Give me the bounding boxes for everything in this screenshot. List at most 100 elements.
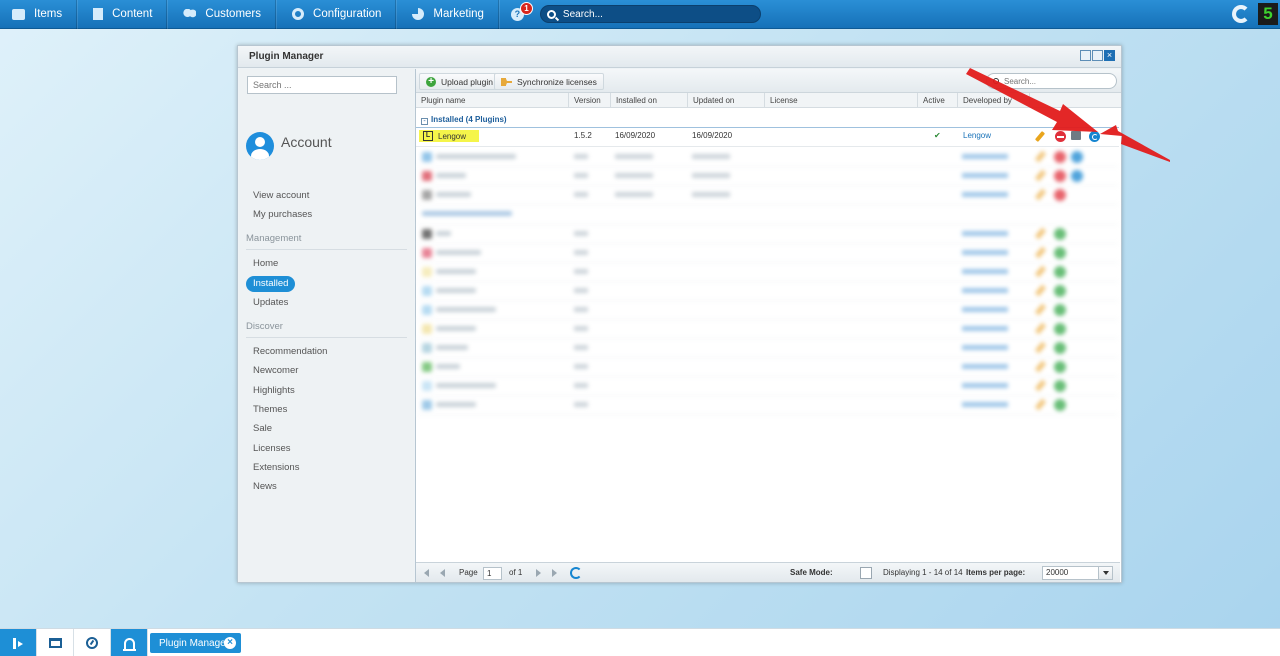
plugin-installed-on: 16/09/2020 <box>615 131 656 140</box>
sidebar-item-home[interactable]: Home <box>253 258 278 269</box>
table-row <box>416 339 1119 358</box>
col-active[interactable]: Active <box>918 93 958 108</box>
col-installed-on[interactable]: Installed on <box>611 93 688 108</box>
sidebar-item-licenses[interactable]: Licenses <box>253 443 291 454</box>
key-icon <box>501 77 512 86</box>
refresh-logo-icon[interactable] <box>1232 5 1250 23</box>
first-page-icon[interactable] <box>424 569 429 577</box>
plugin-version: 1.5.2 <box>574 131 592 140</box>
sidebar-item-view-account[interactable]: View account <box>253 190 309 201</box>
col-developed-by[interactable]: Developed by <box>958 93 1030 108</box>
sidebar-item-recommendation[interactable]: Recommendation <box>253 346 327 357</box>
plugin-list-panel: + Upload plugin Synchronize licenses Plu… <box>415 69 1121 582</box>
logout-icon <box>12 637 24 649</box>
menu-items[interactable]: Items <box>0 0 78 29</box>
group-installed[interactable]: - Installed (4 Plugins) <box>416 111 1119 128</box>
next-page-icon[interactable] <box>536 569 541 577</box>
sidebar-search-input[interactable] <box>247 76 397 94</box>
window-title-bar[interactable]: Plugin Manager <box>238 46 1121 68</box>
sidebar-item-my-purchases[interactable]: My purchases <box>253 209 312 220</box>
plus-icon: + <box>426 76 436 87</box>
menu-customers-label: Customers <box>205 8 262 20</box>
table-row <box>416 396 1119 415</box>
window-icon <box>48 638 62 648</box>
table-row <box>416 358 1119 377</box>
bell-icon <box>122 637 136 651</box>
notification-badge: 1 <box>519 1 533 15</box>
plugin-search <box>986 73 1117 89</box>
update-icon[interactable] <box>1071 131 1081 140</box>
maximize-button[interactable] <box>1092 50 1103 61</box>
col-plugin-name[interactable]: Plugin name <box>416 93 569 108</box>
plugin-developer-link[interactable]: Lengow <box>963 128 991 144</box>
items-per-page-value: 20000 <box>1046 568 1069 577</box>
window-title: Plugin Manager <box>249 51 324 62</box>
sidebar-item-newcomer[interactable]: Newcomer <box>253 365 298 376</box>
reinstall-refresh-icon[interactable] <box>1089 131 1100 142</box>
marketing-icon <box>412 8 425 20</box>
logout-button[interactable] <box>0 629 37 656</box>
prev-page-icon[interactable] <box>440 569 445 577</box>
table-row <box>416 301 1119 320</box>
taskbar-plugin-manager[interactable]: Plugin Manager × <box>150 633 241 653</box>
table-row[interactable]: L Lengow 1.5.2 16/09/2020 16/09/2020 ✔ L… <box>416 128 1119 147</box>
chevron-down-icon[interactable] <box>1098 567 1112 579</box>
windows-button[interactable] <box>37 629 74 656</box>
items-per-page-select[interactable]: 20000 <box>1042 566 1113 580</box>
page-number-input[interactable]: 1 <box>483 567 502 580</box>
sidebar-item-extensions[interactable]: Extensions <box>253 462 299 473</box>
upload-plugin-button[interactable]: + Upload plugin <box>419 73 500 90</box>
safe-mode-checkbox[interactable] <box>860 567 872 579</box>
plugin-name-highlight: L Lengow <box>419 130 480 142</box>
last-page-icon[interactable] <box>552 569 557 577</box>
close-button[interactable]: × <box>1104 50 1115 61</box>
global-search-input[interactable] <box>562 8 743 20</box>
divider <box>246 249 407 250</box>
search-icon <box>546 9 556 19</box>
table-row <box>416 282 1119 301</box>
plugin-updated-on: 16/09/2020 <box>692 131 733 140</box>
table-row <box>416 148 1119 167</box>
col-updated-on[interactable]: Updated on <box>688 93 765 108</box>
menu-configuration[interactable]: Configuration <box>276 0 397 29</box>
plugin-name: Lengow <box>438 131 467 141</box>
table-row <box>416 167 1119 186</box>
menu-configuration-label: Configuration <box>313 8 382 20</box>
sidebar-item-news[interactable]: News <box>253 481 277 492</box>
displaying-info: Displaying 1 - 14 of 14 <box>883 568 963 577</box>
close-icon[interactable]: × <box>224 637 236 649</box>
menu-content[interactable]: Content <box>77 0 168 29</box>
section-management: Management <box>246 233 302 244</box>
task-bar: Plugin Manager × <box>0 628 1280 656</box>
shopware-logo: 5 <box>1258 3 1278 25</box>
sidebar-item-installed[interactable]: Installed <box>246 276 296 292</box>
notifications-button[interactable] <box>111 629 148 656</box>
menu-marketing[interactable]: Marketing <box>396 0 499 29</box>
plugin-search-input[interactable] <box>1004 76 1104 86</box>
synchronize-licenses-button[interactable]: Synchronize licenses <box>494 73 604 90</box>
minimize-button[interactable] <box>1080 50 1091 61</box>
sidebar-item-sale[interactable]: Sale <box>253 423 272 434</box>
collapse-icon[interactable]: - <box>421 118 428 125</box>
taskbar-plugin-manager-label: Plugin Manager <box>159 637 230 649</box>
refresh-icon[interactable] <box>570 567 582 579</box>
global-search <box>539 5 761 23</box>
plugin-manager-sidebar: Account View account My purchases Manage… <box>239 69 414 582</box>
sidebar-item-highlights[interactable]: Highlights <box>253 385 295 396</box>
col-version[interactable]: Version <box>569 93 611 108</box>
menu-customers[interactable]: Customers <box>167 0 277 29</box>
table-row <box>416 377 1119 396</box>
uninstall-icon[interactable] <box>1055 131 1066 142</box>
sidebar-item-themes[interactable]: Themes <box>253 404 287 415</box>
dashboard-button[interactable] <box>74 629 111 656</box>
page-count: of 1 <box>509 568 523 577</box>
content-icon <box>93 8 104 20</box>
col-license[interactable]: License <box>765 93 918 108</box>
table-row <box>416 225 1119 244</box>
customers-icon <box>183 8 197 20</box>
dashboard-icon <box>86 637 98 649</box>
help-icon[interactable]: ? 1 <box>510 1 533 21</box>
edit-pencil-icon[interactable] <box>1034 131 1046 142</box>
sidebar-item-updates[interactable]: Updates <box>253 297 288 308</box>
account-avatar-icon <box>246 132 274 160</box>
